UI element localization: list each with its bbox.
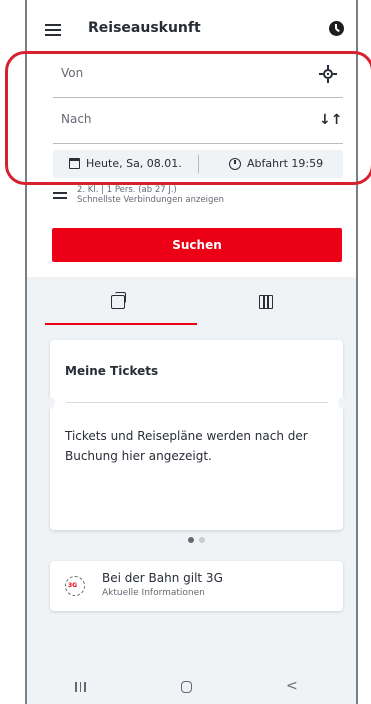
info-subtitle: Aktuelle Informationen [102, 588, 205, 598]
carousel-dot-active[interactable] [188, 537, 194, 543]
time-selector[interactable]: Abfahrt 19:59 [229, 157, 323, 170]
sliders-icon [53, 192, 67, 202]
tab-bar [27, 277, 356, 325]
ticket-notch-left [45, 397, 55, 409]
lower-section: Meine Tickets Tickets und Reisepläne wer… [27, 277, 356, 704]
recent-apps-icon[interactable] [75, 682, 86, 692]
phone-screen: Reiseauskunft Von Nach ↓↑ Heute, Sa, 08.… [25, 0, 358, 704]
date-label: Heute, Sa, 08.01. [86, 157, 182, 170]
system-nav-bar: < [27, 670, 356, 704]
app-bar: Reiseauskunft [27, 0, 356, 54]
search-button[interactable]: Suchen [52, 228, 342, 262]
ticket-notch-right [338, 397, 348, 409]
back-icon[interactable]: < [286, 678, 298, 694]
carousel-dots [188, 537, 205, 543]
swap-icon[interactable]: ↓↑ [319, 111, 342, 129]
menu-icon[interactable] [45, 24, 61, 36]
info-title: Bei der Bahn gilt 3G [102, 571, 223, 585]
tab-tickets[interactable] [45, 277, 210, 325]
home-icon[interactable] [181, 681, 192, 693]
options-class-line: 2. Kl. | 1 Pers. (ab 27 J.) [77, 185, 177, 195]
card-text: Tickets und Reisepläne werden nach der B… [65, 429, 308, 463]
date-selector[interactable]: Heute, Sa, 08.01. [69, 157, 182, 170]
active-tab-indicator [45, 323, 197, 325]
calendar-icon [69, 158, 80, 169]
page-title: Reiseauskunft [88, 20, 201, 36]
ticket-icon [111, 292, 126, 309]
to-field[interactable]: Nach ↓↑ [53, 98, 343, 144]
options-speed-line: Schnellste Verbindungen anzeigen [77, 195, 225, 205]
tickets-card[interactable]: Meine Tickets Tickets und Reisepläne wer… [45, 340, 348, 530]
virus-3g-icon: 3G [65, 576, 85, 596]
clock-small-icon [229, 157, 241, 170]
from-placeholder: Von [61, 66, 84, 80]
location-icon[interactable] [319, 65, 337, 83]
to-placeholder: Nach [61, 112, 92, 126]
time-label: Abfahrt 19:59 [247, 157, 324, 170]
clock-icon[interactable] [329, 21, 344, 36]
date-time-divider [198, 155, 199, 173]
travel-options[interactable]: 2. Kl. | 1 Pers. (ab 27 J.) Schnellste V… [53, 184, 343, 212]
from-field[interactable]: Von [53, 52, 343, 98]
info-card[interactable]: 3G Bei der Bahn gilt 3G Aktuelle Informa… [50, 561, 343, 611]
carousel-dot[interactable] [199, 537, 205, 543]
card-divider [66, 402, 328, 403]
tab-map[interactable] [193, 277, 356, 325]
card-title: Meine Tickets [65, 364, 159, 378]
date-time-bar: Heute, Sa, 08.01. Abfahrt 19:59 [53, 150, 343, 178]
map-icon [259, 295, 273, 309]
badge-label: 3G [68, 582, 78, 589]
